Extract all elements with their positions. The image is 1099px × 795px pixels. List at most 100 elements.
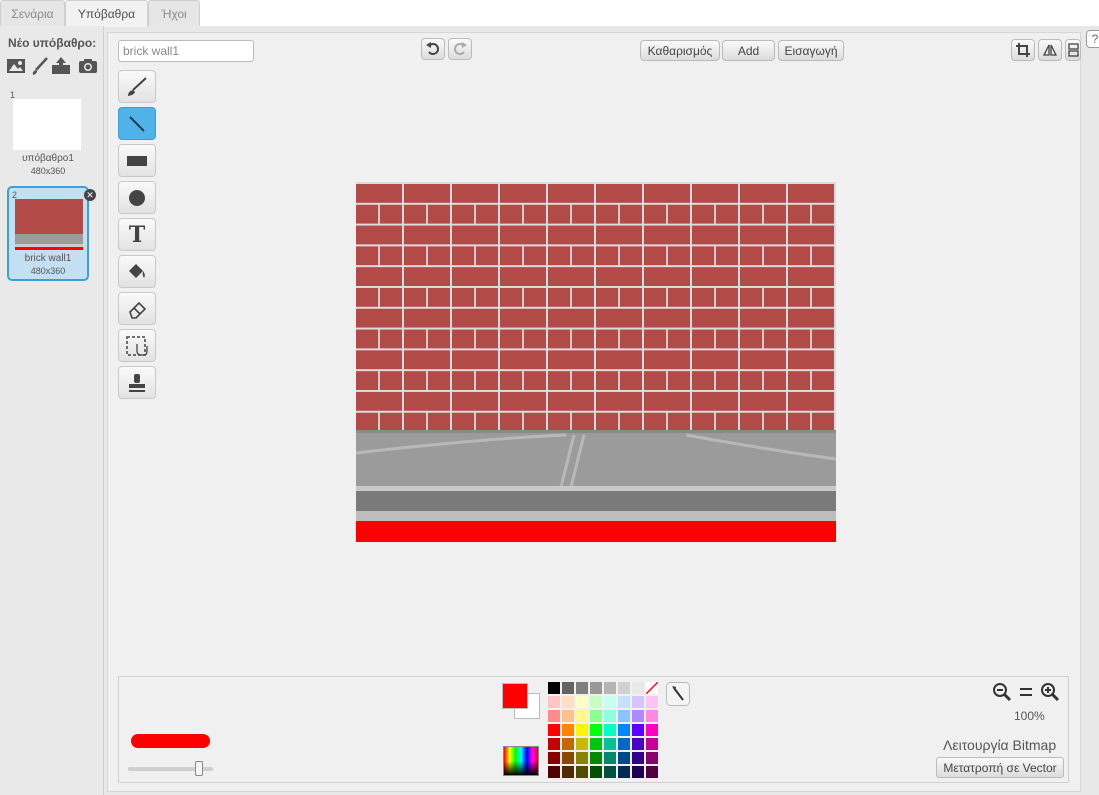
palette-swatch[interactable]: [632, 766, 644, 778]
brush-tool[interactable]: [118, 70, 156, 103]
palette-swatch[interactable]: [576, 738, 588, 750]
palette-swatch[interactable]: [576, 682, 588, 694]
crop-button[interactable]: [1011, 39, 1035, 61]
palette-swatch[interactable]: [562, 696, 574, 708]
clear-button[interactable]: Καθαρισμός: [640, 40, 720, 61]
stamp-tool[interactable]: [118, 366, 156, 399]
backdrop-name-input[interactable]: [118, 40, 254, 62]
palette-swatch[interactable]: [618, 710, 630, 722]
palette-swatch[interactable]: [646, 766, 658, 778]
palette-swatch[interactable]: [576, 724, 588, 736]
palette-swatch[interactable]: [548, 682, 560, 694]
color-palette: [547, 681, 659, 779]
palette-swatch[interactable]: [604, 766, 616, 778]
fill-tool[interactable]: [118, 255, 156, 288]
zoom-reset-icon[interactable]: [1016, 682, 1036, 702]
camera-icon[interactable]: [78, 56, 98, 76]
palette-swatch[interactable]: [604, 710, 616, 722]
palette-swatch[interactable]: [632, 724, 644, 736]
palette-swatch[interactable]: [604, 696, 616, 708]
select-tool[interactable]: [118, 329, 156, 362]
rectangle-tool[interactable]: [118, 144, 156, 177]
palette-swatch[interactable]: [646, 738, 658, 750]
backdrop-thumbnail-2[interactable]: 2 brick wall1 480x360: [7, 186, 89, 281]
eyedropper-icon[interactable]: [666, 682, 690, 706]
flip-vertical-button[interactable]: [1065, 39, 1081, 61]
palette-swatch[interactable]: [562, 766, 574, 778]
import-button[interactable]: Εισαγωγή: [778, 40, 844, 61]
palette-swatch[interactable]: [646, 696, 658, 708]
ellipse-icon: [129, 189, 145, 206]
palette-swatch[interactable]: [618, 724, 630, 736]
library-image-icon[interactable]: [6, 56, 26, 76]
zoom-in-icon[interactable]: [1040, 682, 1060, 702]
fill-icon: [129, 263, 145, 278]
palette-swatch[interactable]: [590, 710, 602, 722]
palette-swatch[interactable]: [618, 696, 630, 708]
palette-swatch[interactable]: [646, 710, 658, 722]
palette-swatch[interactable]: [604, 738, 616, 750]
palette-swatch[interactable]: [548, 766, 560, 778]
palette-swatch[interactable]: [604, 752, 616, 764]
convert-to-vector-button[interactable]: Μετατροπή σε Vector: [936, 757, 1064, 778]
palette-swatch[interactable]: [576, 696, 588, 708]
palette-swatch[interactable]: [576, 766, 588, 778]
brush-size-slider-knob[interactable]: [195, 761, 203, 776]
palette-swatch[interactable]: [548, 752, 560, 764]
palette-swatch[interactable]: [576, 710, 588, 722]
palette-swatch[interactable]: [562, 682, 574, 694]
palette-swatch[interactable]: [632, 738, 644, 750]
tab-backdrops[interactable]: Υπόβαθρα: [65, 0, 148, 27]
palette-swatch[interactable]: [590, 766, 602, 778]
backdrop-name: υπόβαθρο1: [22, 153, 74, 164]
help-button[interactable]: ?: [1086, 30, 1099, 48]
palette-swatch[interactable]: [562, 738, 574, 750]
palette-swatch[interactable]: [632, 710, 644, 722]
paint-brush-icon[interactable]: [30, 56, 50, 76]
palette-swatch[interactable]: [548, 724, 560, 736]
backdrop-thumbnail-1[interactable]: 1 υπόβαθρο1 480x360: [7, 88, 89, 183]
palette-swatch[interactable]: [548, 696, 560, 708]
tab-scripts[interactable]: Σενάρια: [0, 0, 65, 26]
palette-swatch[interactable]: [618, 682, 630, 694]
palette-swatch[interactable]: [562, 724, 574, 736]
zoom-out-icon[interactable]: [992, 682, 1012, 702]
palette-swatch[interactable]: [618, 752, 630, 764]
palette-swatch[interactable]: [548, 738, 560, 750]
palette-swatch[interactable]: [618, 738, 630, 750]
palette-swatch[interactable]: [548, 710, 560, 722]
drawing-canvas[interactable]: [356, 182, 836, 542]
add-button[interactable]: Add: [722, 40, 775, 61]
eraser-tool[interactable]: [118, 292, 156, 325]
palette-swatch[interactable]: [576, 752, 588, 764]
transparent-color-swatch[interactable]: [646, 682, 658, 694]
text-tool[interactable]: T: [118, 218, 156, 251]
palette-swatch[interactable]: [632, 696, 644, 708]
palette-swatch[interactable]: [632, 682, 644, 694]
line-tool[interactable]: [118, 107, 156, 140]
palette-swatch[interactable]: [562, 752, 574, 764]
palette-swatch[interactable]: [646, 752, 658, 764]
redo-button[interactable]: [448, 38, 472, 60]
palette-swatch[interactable]: [590, 752, 602, 764]
palette-swatch[interactable]: [604, 724, 616, 736]
palette-swatch[interactable]: [632, 752, 644, 764]
palette-swatch[interactable]: [590, 682, 602, 694]
flip-horizontal-button[interactable]: [1038, 39, 1062, 61]
color-spectrum-picker[interactable]: [503, 746, 539, 776]
primary-color-swatch[interactable]: [502, 683, 528, 709]
palette-swatch[interactable]: [590, 738, 602, 750]
upload-icon[interactable]: [51, 56, 71, 76]
undo-button[interactable]: [421, 38, 445, 60]
palette-swatch[interactable]: [618, 766, 630, 778]
palette-swatch[interactable]: [646, 724, 658, 736]
tab-sounds[interactable]: Ήχοι: [148, 0, 200, 26]
palette-swatch[interactable]: [562, 710, 574, 722]
palette-swatch[interactable]: [590, 696, 602, 708]
delete-backdrop-icon[interactable]: ✕: [84, 189, 96, 201]
backdrop-size: 480x360: [30, 266, 66, 276]
palette-swatch[interactable]: [590, 724, 602, 736]
ellipse-tool[interactable]: [118, 181, 156, 214]
road-edge: [356, 511, 836, 521]
palette-swatch[interactable]: [604, 682, 616, 694]
